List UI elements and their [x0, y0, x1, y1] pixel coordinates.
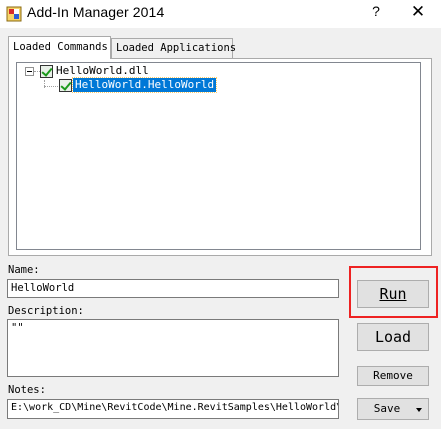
- description-label: Description:: [8, 305, 84, 317]
- help-button[interactable]: ?: [367, 3, 385, 23]
- tree-node-root[interactable]: HelloWorld.dll: [56, 64, 149, 77]
- close-button[interactable]: ✕: [403, 2, 433, 24]
- run-button-highlight: [349, 266, 438, 318]
- description-field[interactable]: "": [7, 319, 339, 377]
- title-bar: Add-In Manager 2014 ? ✕: [0, 0, 441, 28]
- dropdown-arrow-icon: [416, 408, 422, 412]
- name-field[interactable]: HelloWorld: [7, 279, 339, 298]
- addin-manager-icon: [6, 6, 22, 22]
- remove-button[interactable]: Remove: [357, 366, 429, 386]
- notes-field[interactable]: E:\work_CD\Mine\RevitCode\Mine.RevitSamp…: [7, 399, 339, 419]
- notes-label: Notes:: [8, 384, 46, 396]
- collapse-icon[interactable]: [25, 67, 34, 76]
- name-label: Name:: [8, 264, 40, 276]
- load-button[interactable]: Load: [357, 323, 429, 351]
- window-title: Add-In Manager 2014: [27, 4, 165, 20]
- save-button[interactable]: Save: [357, 398, 429, 420]
- root-checkbox[interactable]: [40, 65, 53, 78]
- child-checkbox[interactable]: [59, 79, 72, 92]
- tab-loaded-applications[interactable]: Loaded Applications: [111, 38, 236, 58]
- tree-connector-horizontal: [44, 86, 58, 87]
- tree-node-command[interactable]: HelloWorld.HelloWorld: [71, 77, 218, 93]
- save-label: Save: [373, 402, 401, 415]
- tab-loaded-commands[interactable]: Loaded Commands: [8, 36, 111, 59]
